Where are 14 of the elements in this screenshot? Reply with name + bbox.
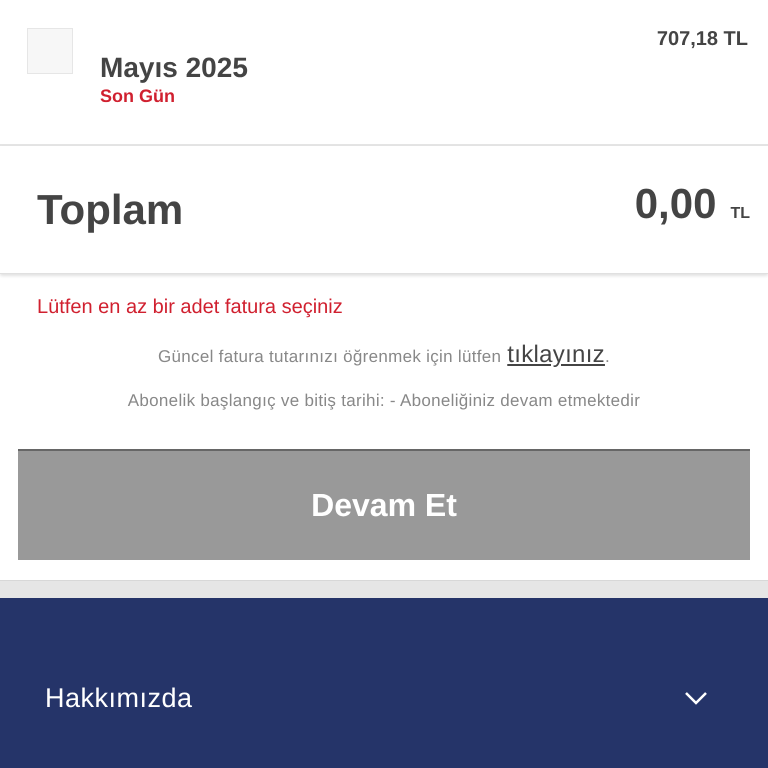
accordion-label[interactable]: Hakkımızda [45,682,193,714]
subscription-text: Abonelik başlangıç ve bitiş tarihi: - Aboneliğiniz devam etmektedir [126,391,642,411]
click-link[interactable]: tıklayınız [507,341,605,368]
total-amount: 0,00 [634,180,716,228]
info-text: Güncel fatura tutarınızı öğrenmek için lütfen [158,347,502,366]
info-period: . [604,347,610,366]
due-label: Son Gün [100,86,176,107]
checkbox[interactable] [27,28,73,74]
invoice-amount: 707,18 TL [656,28,748,51]
chevron-icon[interactable] [684,691,708,705]
invoice-title: Mayıs 2025 [100,52,248,84]
total-currency: TL [730,204,750,222]
total-label: Toplam [37,186,184,234]
error-message: Lütfen en az bir adet fatura seçiniz [37,296,344,319]
